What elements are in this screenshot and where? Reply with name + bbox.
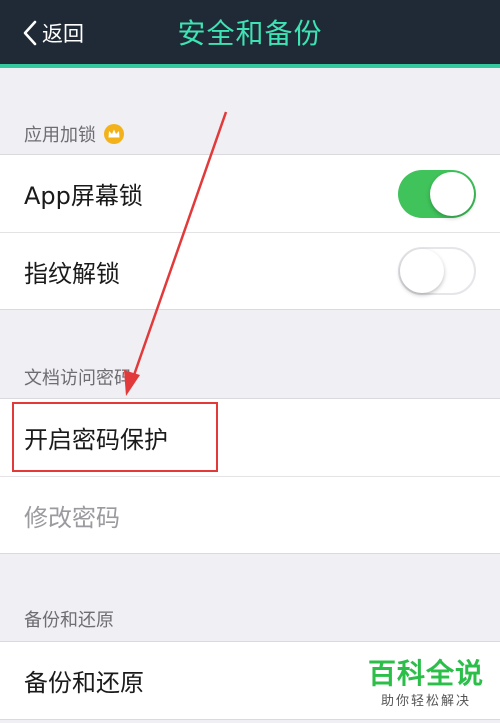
row-change-password[interactable]: 修改密码: [0, 476, 500, 553]
section-label: 备份和还原: [24, 610, 114, 631]
watermark-logo: 百科全说 助你轻松解决: [367, 657, 484, 710]
section-label: 文档访问密码: [24, 368, 132, 389]
row-app-screen-lock[interactable]: App屏幕锁: [0, 155, 500, 232]
navigation-bar: 返回 安全和备份: [0, 0, 500, 68]
watermark-title: 百科全说: [367, 657, 484, 690]
section-header-doc-password: 文档访问密码: [24, 364, 132, 390]
page-title: 安全和备份: [177, 17, 323, 50]
row-label: App屏幕锁: [24, 182, 143, 210]
row-enable-password-protection[interactable]: 开启密码保护: [0, 399, 500, 476]
app-screen-lock-toggle[interactable]: [398, 169, 476, 218]
toggle-knob: [430, 171, 474, 216]
row-fingerprint-unlock[interactable]: 指纹解锁: [0, 232, 500, 309]
section-header-app-lock: 应用加锁: [24, 121, 124, 147]
row-label: 修改密码: [24, 503, 120, 532]
row-label: 开启密码保护: [24, 426, 168, 454]
watermark-subtitle: 助你轻松解决: [380, 694, 471, 709]
doc-password-group: 开启密码保护 修改密码: [0, 398, 500, 554]
section-label: 应用加锁: [24, 125, 96, 146]
section-header-backup: 备份和还原: [24, 606, 114, 632]
row-label: 指纹解锁: [24, 259, 120, 288]
row-label: 备份和还原: [24, 669, 144, 697]
fingerprint-unlock-toggle[interactable]: [398, 247, 476, 295]
app-lock-group: App屏幕锁 指纹解锁: [0, 154, 500, 310]
toggle-knob: [400, 249, 444, 293]
crown-icon: [104, 124, 124, 144]
